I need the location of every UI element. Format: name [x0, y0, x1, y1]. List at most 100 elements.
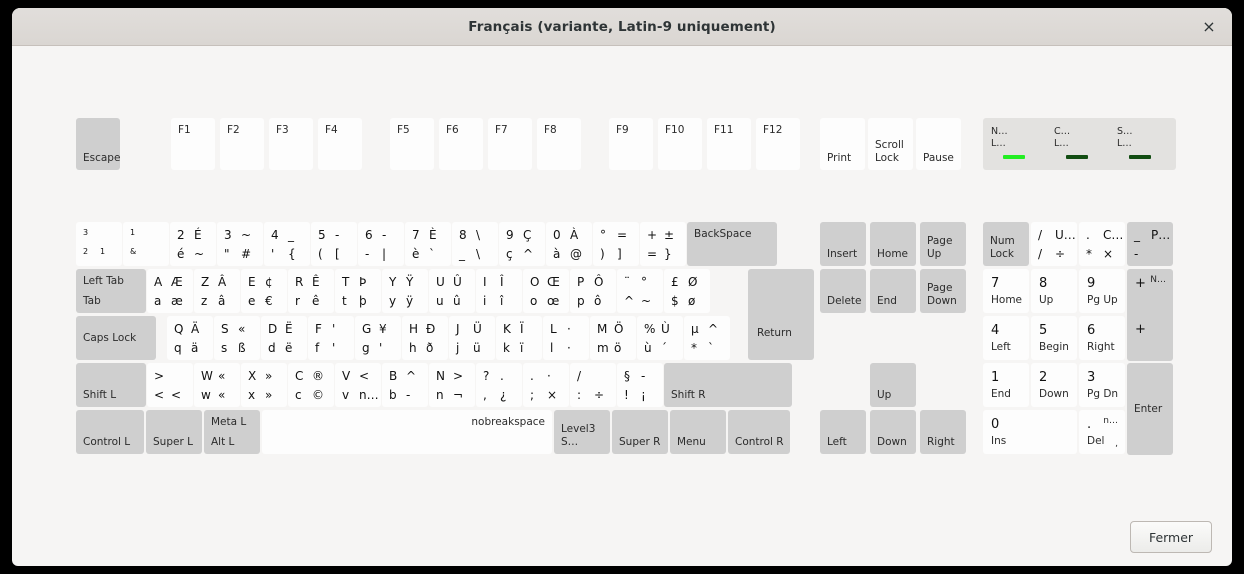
key-letter-home-3[interactable]: F ' f ' [308, 316, 354, 360]
key-letter-bottom-1[interactable]: W « w « [194, 363, 240, 407]
key-letter-top-3[interactable]: RÊrê [288, 269, 334, 313]
key-nav-page-up[interactable]: Page Up [920, 222, 966, 266]
key-number-1[interactable]: 1 & [123, 222, 169, 266]
key-letter-bottom-2[interactable]: X » x » [241, 363, 287, 407]
key-number-5[interactable]: 5-([ [311, 222, 357, 266]
key-letter-home-8[interactable]: L · l · [543, 316, 589, 360]
key-numpad-3[interactable]: 3 Pg Dn [1079, 363, 1125, 407]
key-letter-bottom-7[interactable]: ?., ¿ [476, 363, 522, 407]
key-letter-top-9[interactable]: PÔpô [570, 269, 616, 313]
key-f12[interactable]: F12 [756, 118, 800, 170]
key-letter-top-7[interactable]: IÎiî [476, 269, 522, 313]
key-letter-home-6[interactable]: JÜjü [449, 316, 495, 360]
key-f1[interactable]: F1 [171, 118, 215, 170]
key-letter-top-10[interactable]: ¨ ° ^ ~ [617, 269, 663, 313]
key-letter-bottom-4[interactable]: V < v n… [335, 363, 381, 407]
key-nav-home[interactable]: Home [870, 222, 916, 266]
key-f6[interactable]: F6 [439, 118, 483, 170]
key-letter-top-5[interactable]: YŸyÿ [382, 269, 428, 313]
key-letter-bottom-8[interactable]: . ·; × [523, 363, 569, 407]
key-numpad-6[interactable]: 6 Right [1079, 316, 1125, 360]
key-num-lock[interactable]: Num Lock [983, 222, 1029, 266]
key-system-2[interactable]: Pause [916, 118, 961, 170]
key-numpad-4[interactable]: 4 Left [983, 316, 1029, 360]
key-arrow-up[interactable]: Up [870, 363, 916, 407]
key-letter-bottom-9[interactable]: /: ÷ [570, 363, 616, 407]
key-return[interactable]: Return [748, 269, 814, 360]
key-control-right[interactable]: Control R [728, 410, 790, 454]
key-arrow-right[interactable]: Right [920, 410, 966, 454]
key-letter-home-9[interactable]: MÖmö [590, 316, 636, 360]
key-number-9[interactable]: 9 Çç ^ [499, 222, 545, 266]
key-tab[interactable]: Left Tab Tab [76, 269, 146, 313]
key-number-8[interactable]: 8 \ _ \ [452, 222, 498, 266]
key-f3[interactable]: F3 [269, 118, 313, 170]
key-numpad-0[interactable]: 0 Ins [983, 410, 1077, 454]
key-letter-top-2[interactable]: E ¢ e € [241, 269, 287, 313]
key-numpad-8[interactable]: 8 Up [1031, 269, 1077, 313]
key-escape[interactable]: Escape [76, 118, 120, 170]
key-letter-top-4[interactable]: TÞtþ [335, 269, 381, 313]
key-number-10[interactable]: 0 Àà @ [546, 222, 592, 266]
key-super-left[interactable]: Super L [146, 410, 202, 454]
key-letter-top-1[interactable]: ZÂzâ [194, 269, 240, 313]
key-numpad-5[interactable]: 5 Begin [1031, 316, 1077, 360]
key-arrow-down[interactable]: Down [870, 410, 916, 454]
key-numpad-minus[interactable]: _ P… - [1127, 222, 1173, 266]
key-shift-left[interactable]: Shift L [76, 363, 146, 407]
key-nav-insert[interactable]: Insert [820, 222, 866, 266]
key-letter-home-7[interactable]: KÏkï [496, 316, 542, 360]
key-nav-page-down[interactable]: Page Down [920, 269, 966, 313]
key-letter-top-11[interactable]: £ Ø $ ø [664, 269, 710, 313]
close-button[interactable]: Fermer [1130, 521, 1212, 553]
key-f4[interactable]: F4 [318, 118, 362, 170]
close-icon[interactable]: × [1198, 8, 1220, 45]
key-caps-lock[interactable]: Caps Lock [76, 316, 156, 360]
key-letter-bottom-0[interactable]: > < < [147, 363, 193, 407]
key-level3-shift[interactable]: Level3 S… [554, 410, 610, 454]
key-numpad-enter[interactable]: Enter [1127, 363, 1173, 455]
key-menu[interactable]: Menu [670, 410, 726, 454]
key-arrow-left[interactable]: Left [820, 410, 866, 454]
key-numpad-7[interactable]: 7 Home [983, 269, 1029, 313]
key-f7[interactable]: F7 [488, 118, 532, 170]
key-letter-home-10[interactable]: % Ùù ´ [637, 316, 683, 360]
key-numpad-plus[interactable]: + N… + [1127, 269, 1173, 361]
key-letter-bottom-3[interactable]: C ® c © [288, 363, 334, 407]
key-backspace[interactable]: BackSpace [687, 222, 777, 266]
key-number-6[interactable]: 6- - | [358, 222, 404, 266]
key-number-0[interactable]: 3 2 1 [76, 222, 122, 266]
key-nav-delete[interactable]: Delete [820, 269, 866, 313]
key-f10[interactable]: F10 [658, 118, 702, 170]
key-super-right[interactable]: Super R [612, 410, 668, 454]
key-letter-home-4[interactable]: G ¥ g ' [355, 316, 401, 360]
key-letter-home-1[interactable]: S « s ß [214, 316, 260, 360]
key-numpad-decimal[interactable]: . Del n…, [1079, 410, 1125, 454]
key-letter-bottom-6[interactable]: N > n ¬ [429, 363, 475, 407]
key-control-left[interactable]: Control L [76, 410, 144, 454]
key-letter-top-0[interactable]: AÆaæ [147, 269, 193, 313]
key-numpad-9[interactable]: 9 Pg Up [1079, 269, 1125, 313]
key-letter-home-11[interactable]: µ ^ * ` [684, 316, 730, 360]
key-alt-left[interactable]: Meta L Alt L [204, 410, 260, 454]
key-f5[interactable]: F5 [390, 118, 434, 170]
key-number-4[interactable]: 4 _ ' { [264, 222, 310, 266]
key-letter-home-0[interactable]: QÄqä [167, 316, 213, 360]
key-f8[interactable]: F8 [537, 118, 581, 170]
key-letter-top-8[interactable]: OŒoœ [523, 269, 569, 313]
key-f9[interactable]: F9 [609, 118, 653, 170]
key-number-2[interactable]: 2 Éé ~ [170, 222, 216, 266]
key-f11[interactable]: F11 [707, 118, 751, 170]
key-number-7[interactable]: 7 Èè ` [405, 222, 451, 266]
key-nav-end[interactable]: End [870, 269, 916, 313]
key-number-3[interactable]: 3 ~ " # [217, 222, 263, 266]
key-letter-home-2[interactable]: DËdë [261, 316, 307, 360]
key-space[interactable]: nobreakspace [262, 410, 552, 454]
key-letter-top-6[interactable]: UÛuû [429, 269, 475, 313]
key-letter-bottom-10[interactable]: § -! ¡ [617, 363, 663, 407]
key-letter-home-5[interactable]: HÐhð [402, 316, 448, 360]
key-numpad-1[interactable]: 1 End [983, 363, 1029, 407]
key-numpad-divide[interactable]: / U… / ÷ [1031, 222, 1077, 266]
key-number-12[interactable]: + ± =} [640, 222, 686, 266]
key-f2[interactable]: F2 [220, 118, 264, 170]
